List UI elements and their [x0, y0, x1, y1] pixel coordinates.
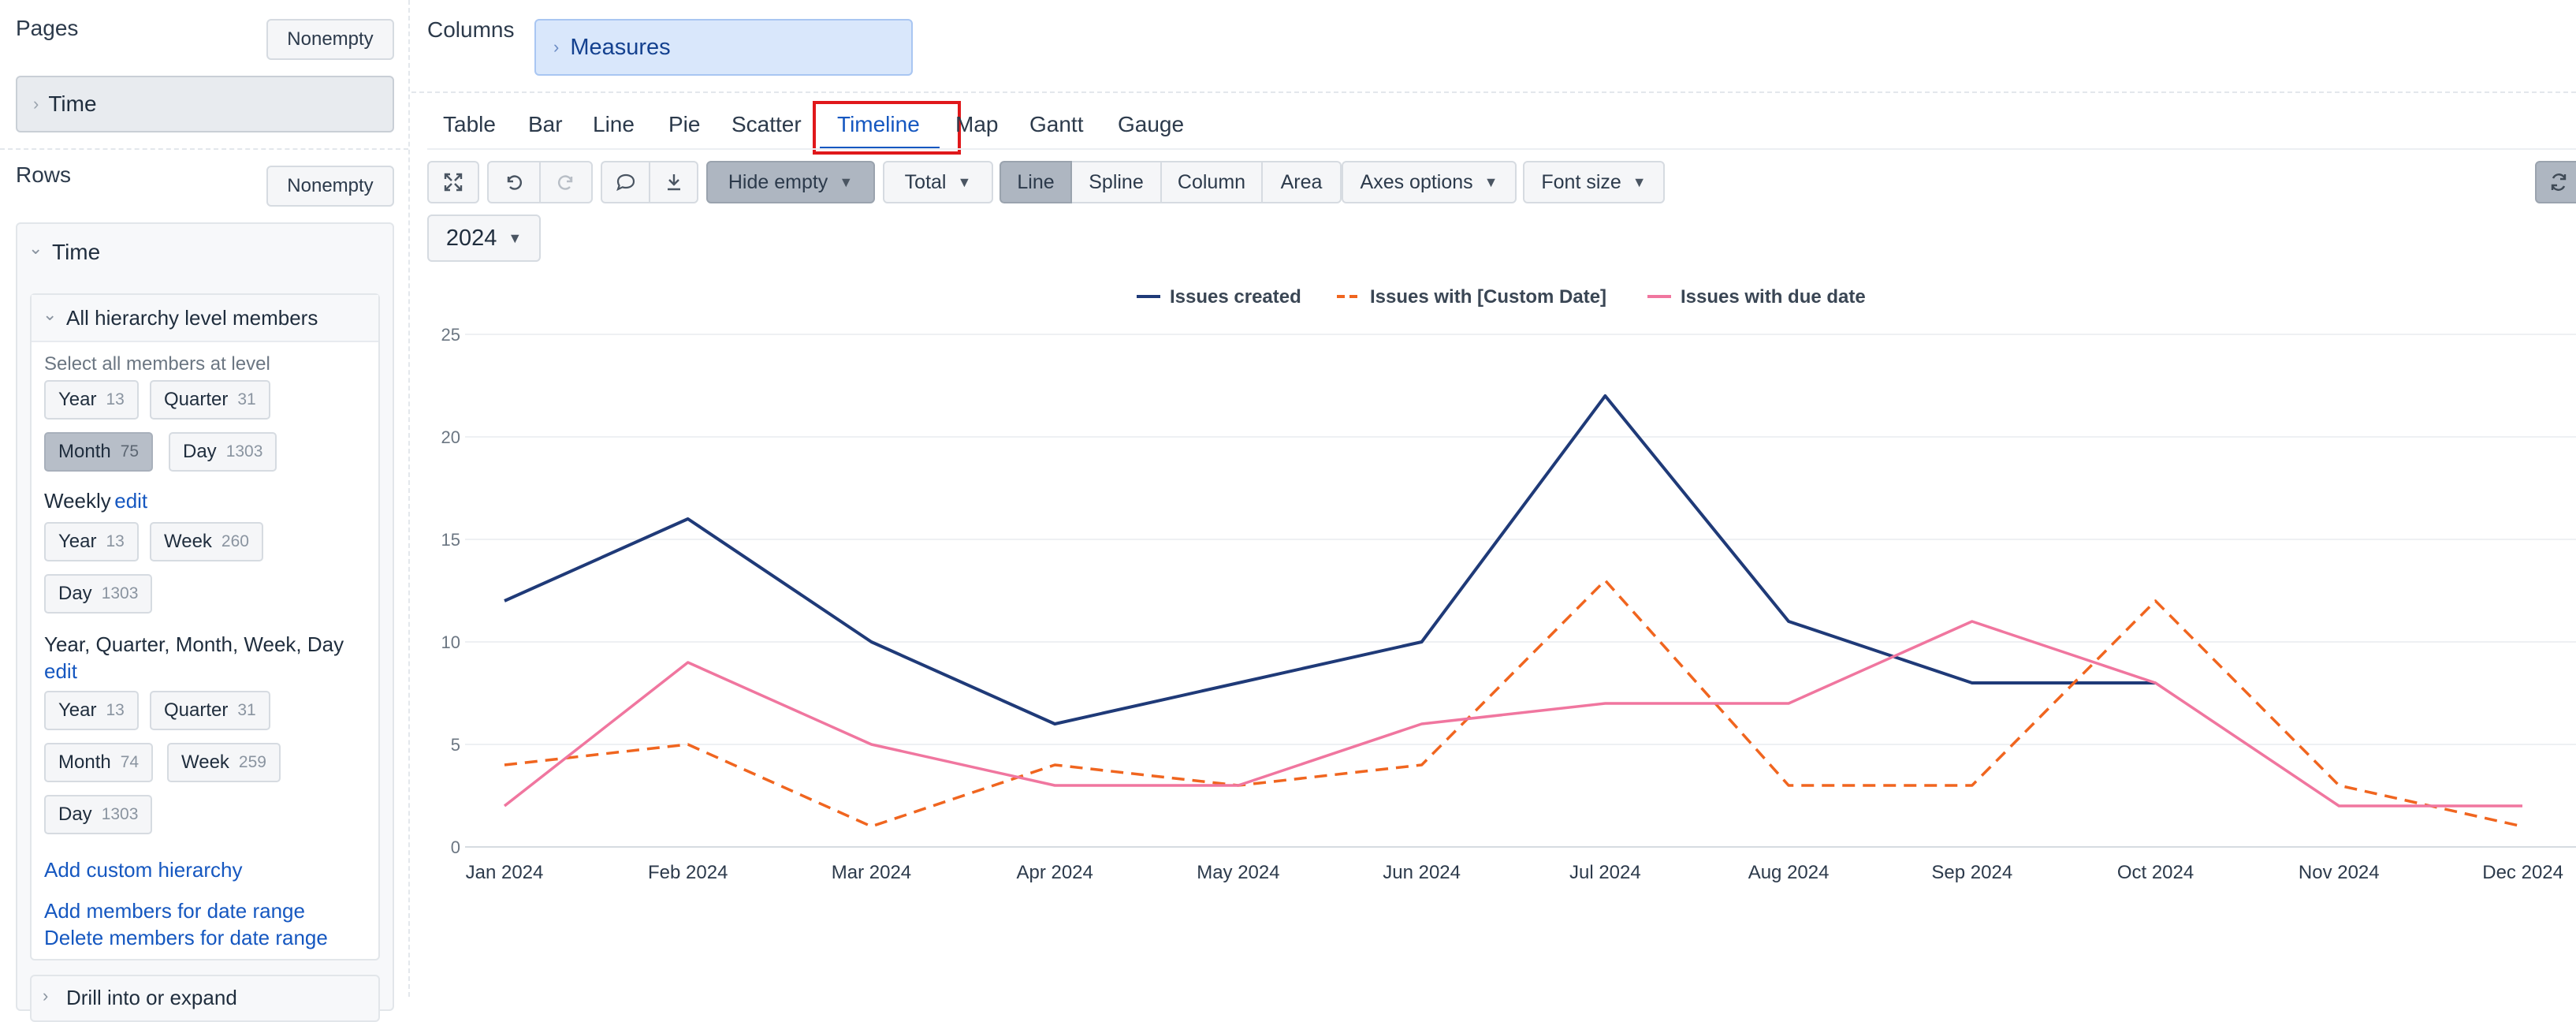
x-tick-label: Dec 2024 — [2482, 862, 2563, 883]
x-tick-label: Nov 2024 — [2299, 862, 2380, 883]
y-tick-label: 5 — [451, 735, 460, 755]
y-tick-label: 25 — [441, 325, 460, 345]
y-tick-label: 15 — [441, 530, 460, 550]
y-tick-label: 0 — [451, 837, 460, 857]
x-tick-label: Mar 2024 — [832, 862, 911, 883]
y-tick-label: 10 — [441, 632, 460, 652]
x-tick-label: Oct 2024 — [2117, 862, 2194, 883]
legend-label: Issues with due date — [1681, 286, 1866, 308]
x-tick-label: Sep 2024 — [1931, 862, 2012, 883]
series-line — [504, 579, 2523, 828]
x-tick-label: May 2024 — [1197, 862, 1279, 883]
series-line — [504, 394, 2156, 725]
timeline-chart: 0 5 10 15 20 25 Jan 2024 Feb 2024 Mar 2024 Apr 20… — [441, 286, 2576, 883]
legend-label: Issues with [Custom Date] — [1370, 286, 1606, 308]
x-tick-label: Feb 2024 — [648, 862, 728, 883]
x-tick-label: Aug 2024 — [1748, 862, 1830, 883]
x-tick-label: Jan 2024 — [466, 862, 544, 883]
legend-label: Issues created — [1170, 286, 1301, 308]
series-line — [503, 620, 2522, 808]
x-tick-label: Apr 2024 — [1016, 862, 1093, 883]
x-tick-label: Jul 2024 — [1569, 862, 1641, 883]
x-tick-label: Jun 2024 — [1383, 862, 1461, 883]
y-tick-label: 20 — [441, 427, 460, 447]
